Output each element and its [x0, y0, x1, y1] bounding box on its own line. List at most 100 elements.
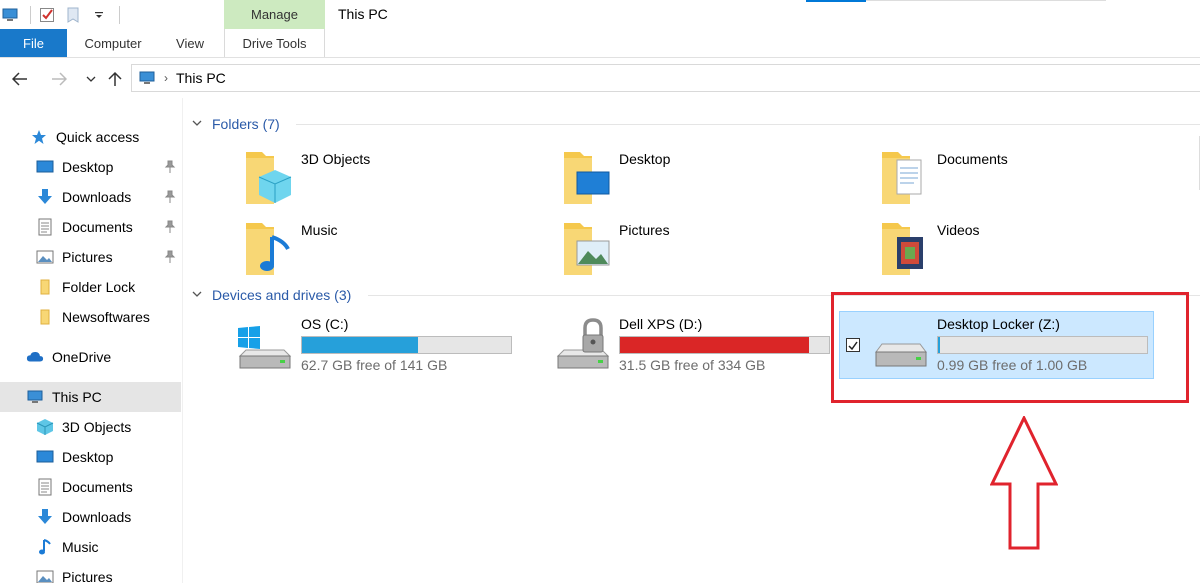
- sidebar-item-label: Quick access: [56, 129, 140, 145]
- forward-arrow-icon[interactable]: [48, 68, 70, 90]
- title-accent-line: [806, 0, 866, 2]
- sidebar-item-desktop-2[interactable]: Desktop: [0, 442, 181, 472]
- toolbar-divider: [30, 6, 31, 24]
- folder-tile-desktop[interactable]: Desktop: [562, 146, 862, 210]
- sidebar-item-label: Pictures: [62, 569, 113, 583]
- annotation-up-arrow: [990, 416, 1058, 550]
- pin-icon[interactable]: [163, 190, 177, 204]
- locked-drive-icon: [556, 318, 610, 369]
- drive-usage-bar: [301, 336, 512, 354]
- desktop-icon: [36, 158, 54, 176]
- tab-computer[interactable]: Computer: [72, 29, 154, 57]
- computer-icon: [26, 388, 44, 406]
- folder-icon: [36, 308, 54, 326]
- ribbon-tabs: File Computer View Drive Tools: [0, 29, 1200, 58]
- cube-icon: [36, 418, 54, 436]
- folder-3d-objects-icon: [246, 152, 292, 204]
- download-arrow-icon: [36, 188, 54, 206]
- sidebar-item-documents-2[interactable]: Documents: [0, 472, 181, 502]
- drive-usage-fill: [302, 337, 418, 353]
- drive-tile-os-c[interactable]: OS (C:) 62.7 GB free of 141 GB: [236, 316, 536, 386]
- back-arrow-icon[interactable]: [9, 68, 31, 90]
- collapse-chevron-icon[interactable]: [192, 290, 204, 301]
- star-icon: [30, 128, 48, 146]
- sidebar-item-label: Folder Lock: [62, 279, 136, 295]
- folder-tile-documents[interactable]: Documents: [880, 146, 1180, 210]
- group-divider: [296, 124, 1200, 125]
- folder-name: 3D Objects: [301, 151, 371, 167]
- document-icon: [36, 218, 54, 236]
- sidebar-item-3d-objects[interactable]: 3D Objects: [0, 412, 181, 442]
- folder-desktop-icon: [564, 152, 610, 204]
- sidebar-item-folder-lock[interactable]: Folder Lock: [0, 272, 181, 302]
- collapse-chevron-icon[interactable]: [192, 119, 204, 130]
- sidebar-item-label: Desktop: [62, 159, 114, 175]
- group-header-folders[interactable]: Folders (7): [192, 114, 1200, 134]
- sidebar-item-label: Downloads: [62, 189, 132, 205]
- title-bar: Manage This PC: [0, 0, 1200, 30]
- quick-access-toolbar: [0, 4, 126, 26]
- customize-dropdown-icon[interactable]: [89, 5, 109, 25]
- recent-locations-chevron-icon[interactable]: [80, 68, 102, 90]
- sidebar-item-label: Downloads: [62, 509, 132, 525]
- properties-check-icon[interactable]: [37, 5, 57, 25]
- group-label: Folders (7): [212, 116, 280, 132]
- sidebar-item-quick-access[interactable]: Quick access: [0, 122, 181, 152]
- sidebar-item-label: Desktop: [62, 449, 114, 465]
- sidebar-item-label: Pictures: [62, 249, 113, 265]
- folder-name: Videos: [937, 222, 980, 238]
- new-folder-icon[interactable]: [63, 5, 83, 25]
- pictures-icon: [36, 248, 54, 266]
- sidebar-item-downloads-2[interactable]: Downloads: [0, 502, 181, 532]
- folder-tile-pictures[interactable]: Pictures: [562, 217, 862, 281]
- tab-drive-tools[interactable]: Drive Tools: [224, 29, 325, 57]
- title-divider-line: [866, 0, 1106, 1]
- sidebar-item-label: Newsoftwares: [62, 309, 150, 325]
- sidebar-item-pictures-2[interactable]: Pictures: [0, 562, 181, 583]
- manage-tab-header: Manage: [224, 0, 325, 29]
- cloud-icon: [26, 348, 44, 366]
- folder-name: Pictures: [619, 222, 670, 238]
- download-arrow-icon: [36, 508, 54, 526]
- drive-name: OS (C:): [301, 316, 349, 332]
- sidebar-item-documents[interactable]: Documents: [0, 212, 181, 242]
- sidebar-item-label: Documents: [62, 479, 133, 495]
- folder-name: Music: [301, 222, 338, 238]
- folder-music-icon: [246, 223, 290, 275]
- tab-file[interactable]: File: [0, 29, 67, 57]
- folder-documents-icon: [882, 152, 922, 204]
- sidebar-item-music[interactable]: Music: [0, 532, 181, 562]
- sidebar-item-desktop[interactable]: Desktop: [0, 152, 181, 182]
- tab-view[interactable]: View: [160, 29, 220, 57]
- up-arrow-icon[interactable]: [104, 68, 126, 90]
- content-pane: Folders (7) 3D Objects Desktop Documents…: [184, 98, 1200, 583]
- folder-videos-icon: [882, 223, 923, 275]
- sidebar-item-pictures[interactable]: Pictures: [0, 242, 181, 272]
- toolbar-divider: [119, 6, 120, 24]
- navigation-pane: Quick access Desktop Downloads Documents…: [0, 98, 183, 583]
- sidebar-item-this-pc[interactable]: This PC: [0, 382, 181, 412]
- computer-icon: [138, 71, 156, 85]
- computer-icon[interactable]: [0, 5, 20, 25]
- sidebar-item-label: 3D Objects: [62, 419, 132, 435]
- folder-pictures-icon: [564, 223, 610, 275]
- sidebar-item-downloads[interactable]: Downloads: [0, 182, 181, 212]
- drive-tile-dell-xps-d[interactable]: Dell XPS (D:) 31.5 GB free of 334 GB: [554, 316, 854, 386]
- pin-icon[interactable]: [163, 160, 177, 174]
- folder-tile-music[interactable]: Music: [244, 217, 544, 281]
- music-note-icon: [36, 538, 54, 556]
- breadcrumb-chevron-icon[interactable]: ›: [164, 71, 168, 85]
- window-title: This PC: [338, 6, 388, 22]
- folder-tile-3d-objects[interactable]: 3D Objects: [244, 146, 544, 210]
- pin-icon[interactable]: [163, 250, 177, 264]
- annotation-highlight-box: [831, 292, 1189, 403]
- drive-free-space: 62.7 GB free of 141 GB: [301, 357, 448, 373]
- folder-tile-videos[interactable]: Videos: [880, 217, 1180, 281]
- pin-icon[interactable]: [163, 220, 177, 234]
- sidebar-item-label: This PC: [52, 389, 102, 405]
- sidebar-item-newsoftwares[interactable]: Newsoftwares: [0, 302, 181, 332]
- breadcrumb-this-pc[interactable]: This PC: [176, 70, 226, 86]
- pictures-icon: [36, 568, 54, 583]
- sidebar-item-onedrive[interactable]: OneDrive: [0, 342, 181, 372]
- address-bar[interactable]: › This PC: [131, 64, 1200, 92]
